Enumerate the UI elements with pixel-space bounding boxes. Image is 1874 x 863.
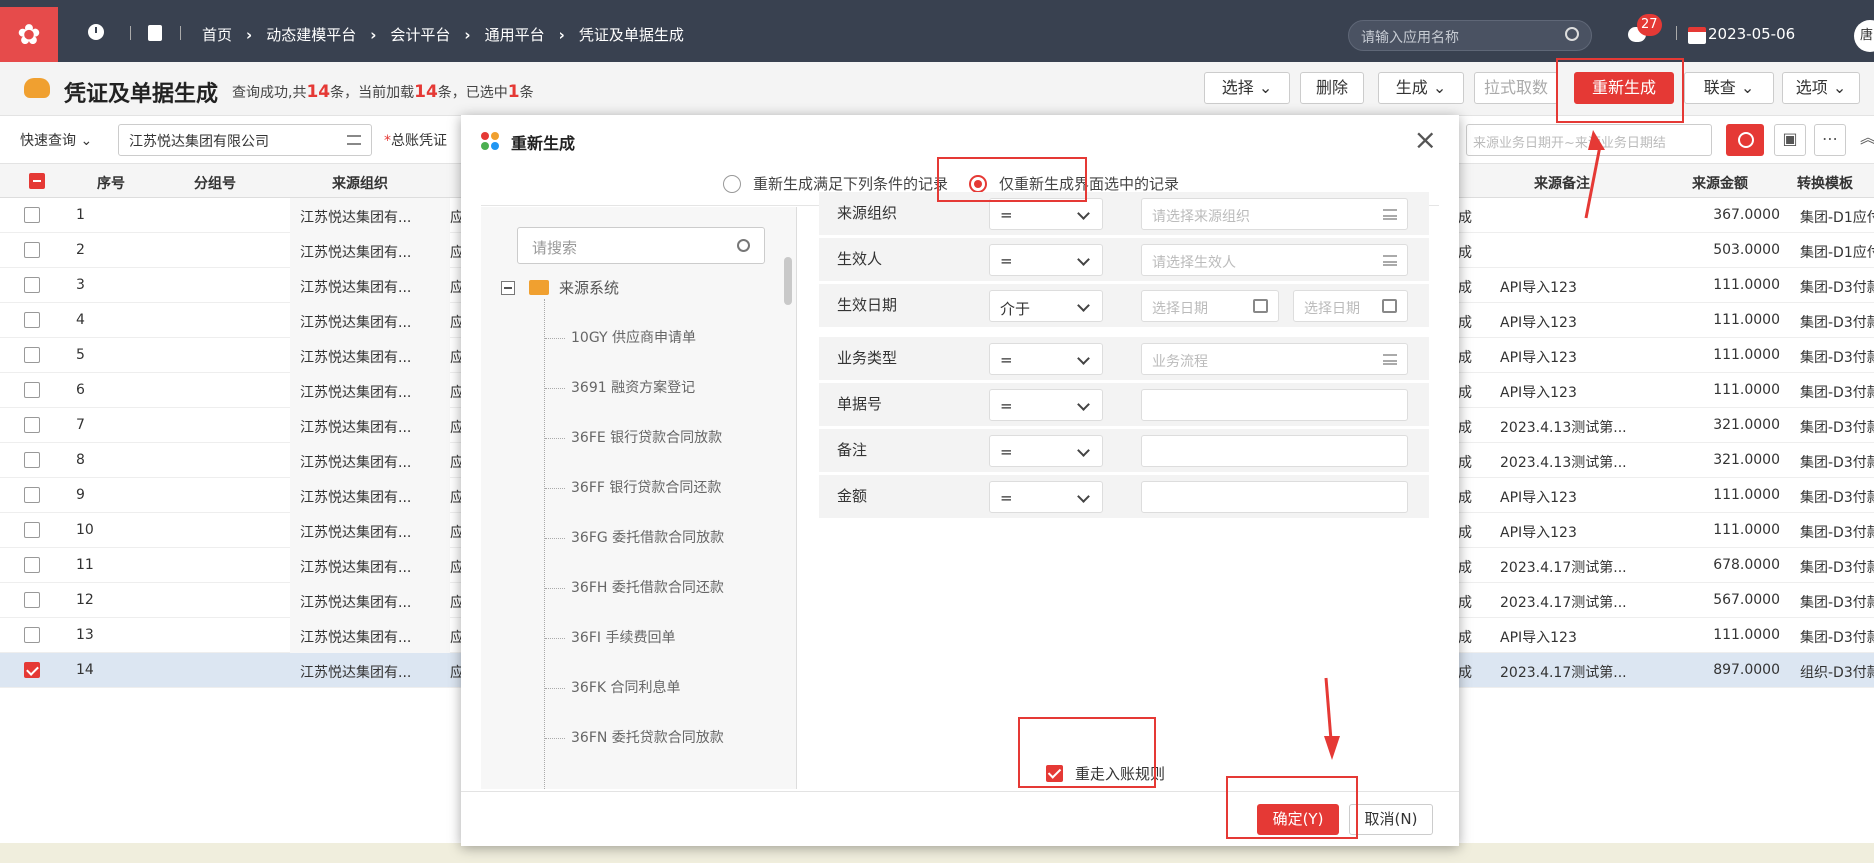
arrow-head xyxy=(1588,130,1605,150)
annotation-arrows xyxy=(1324,130,1605,760)
arrow-line xyxy=(1584,145,1602,219)
arrow-head xyxy=(1324,736,1340,760)
arrow-line xyxy=(1324,677,1333,741)
